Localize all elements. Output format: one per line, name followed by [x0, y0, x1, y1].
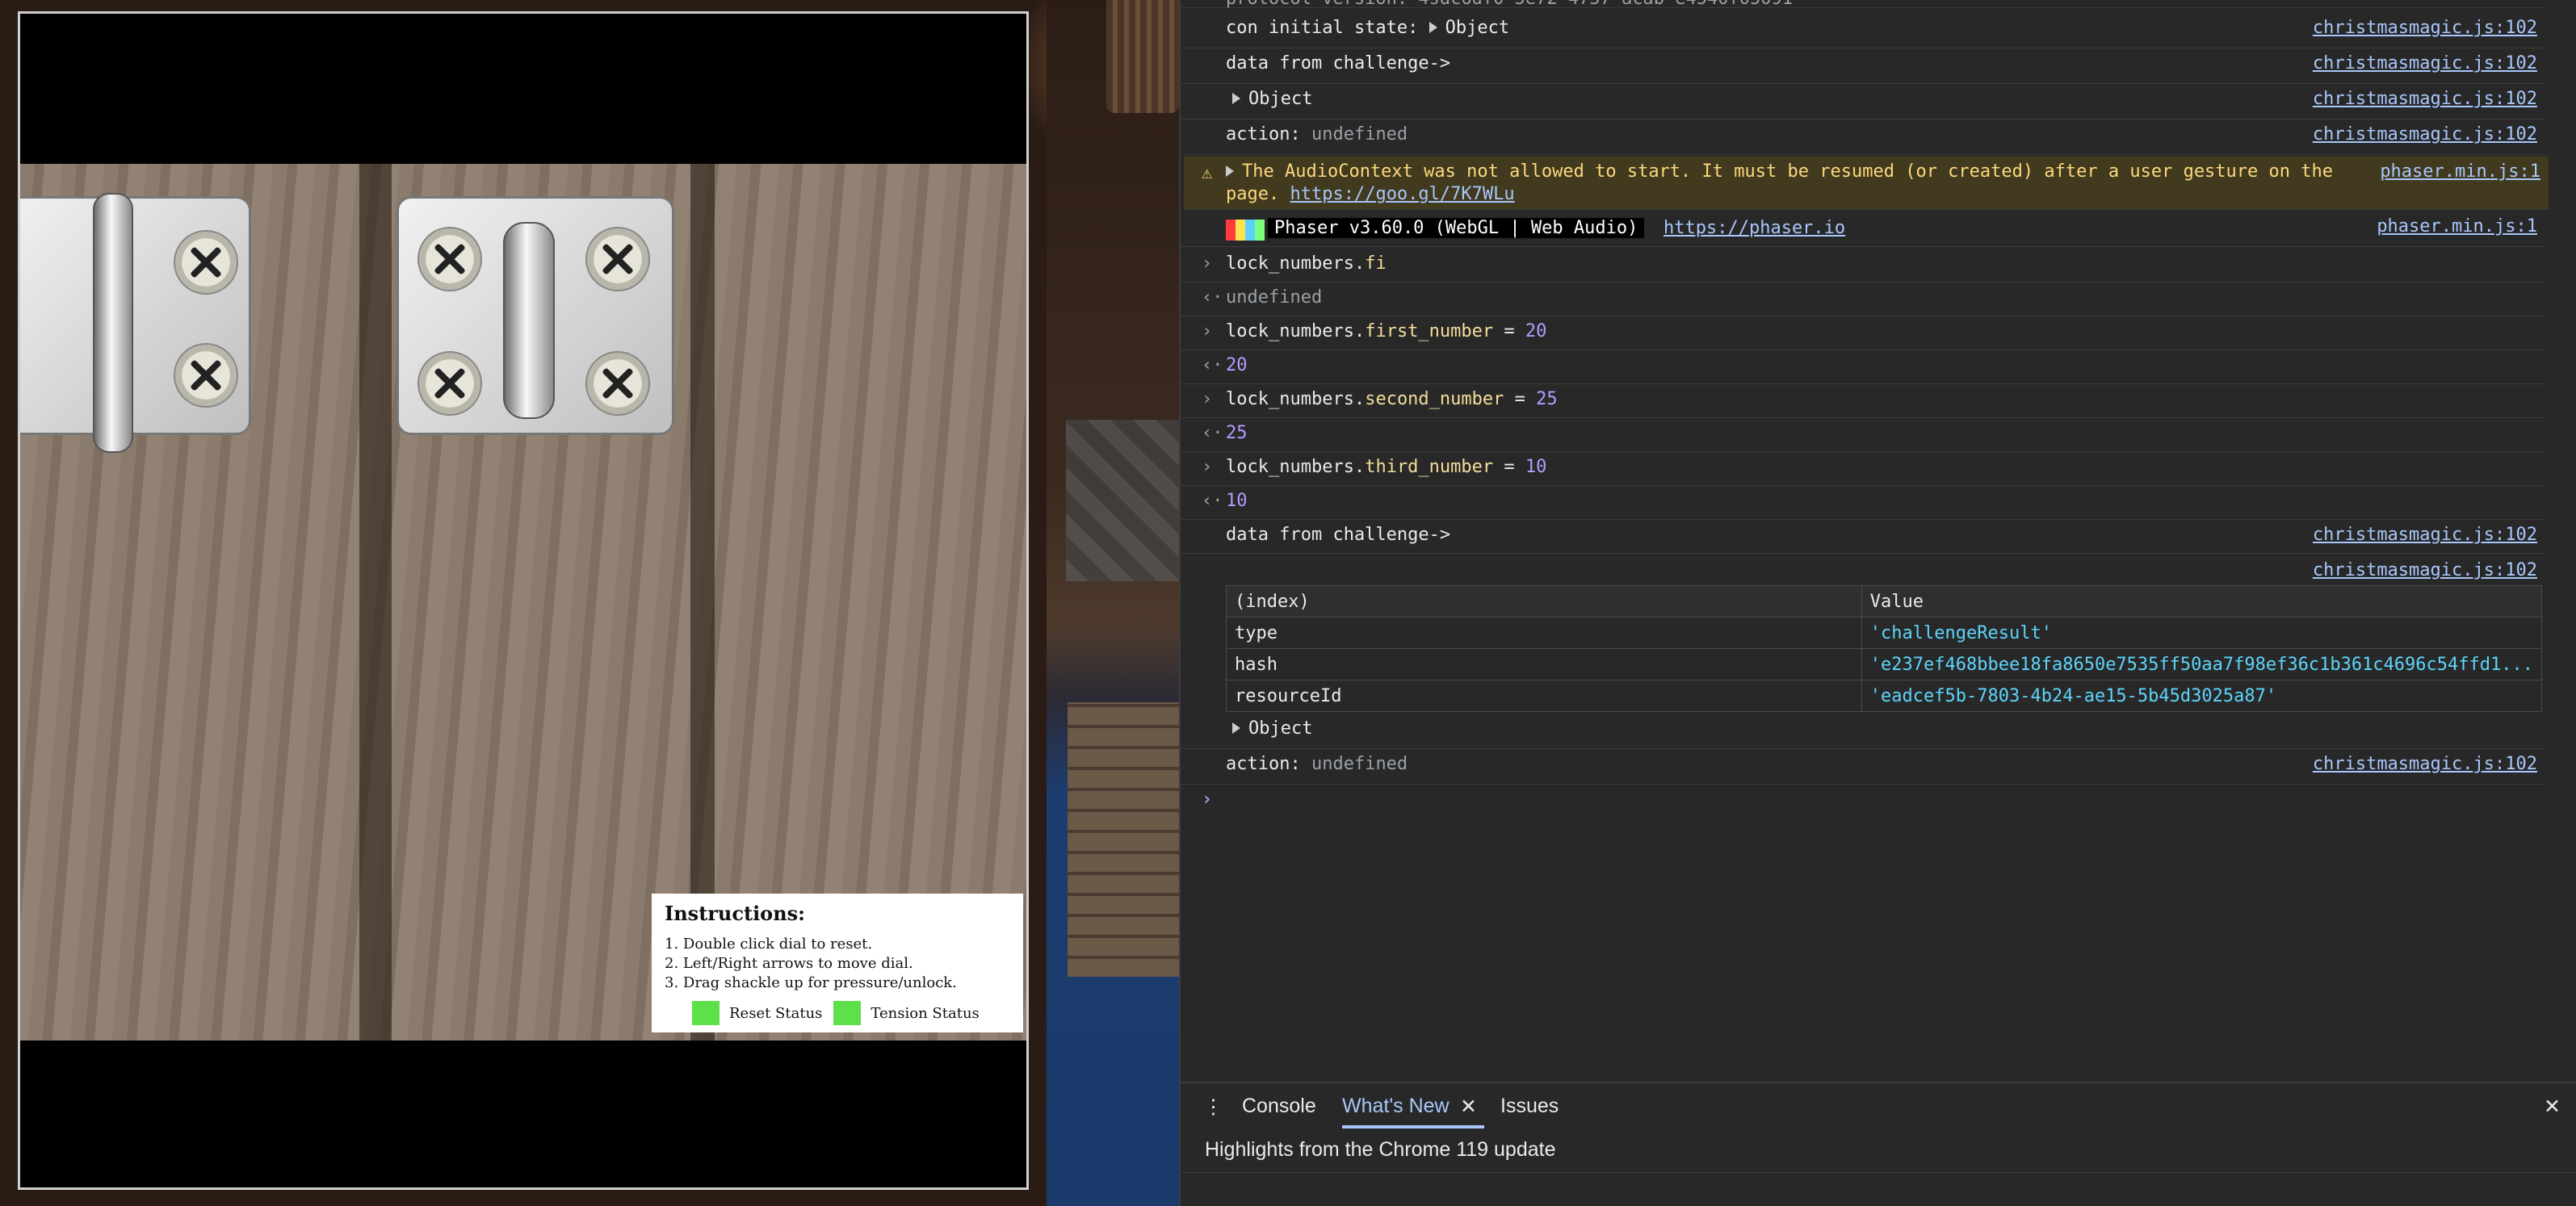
return-arrow-icon: ‹· [1202, 423, 1223, 443]
instruction-step: 2. Left/Right arrows to move dial. [665, 955, 913, 972]
game-scene-strip [1047, 0, 1179, 1206]
console-row: con initial state: Object christmasmagic… [1181, 13, 2545, 48]
table-header[interactable]: (index) [1226, 585, 1862, 618]
reset-status-indicator [692, 1001, 720, 1025]
source-link[interactable]: christmasmagic.js:102 [2313, 124, 2537, 144]
drawer-tab-bar: ⋮ Console What's New ✕ Issues ✕ [1181, 1082, 2576, 1129]
drawer-menu-icon[interactable]: ⋮ [1203, 1095, 1223, 1119]
status-row: Reset Status Tension Status [692, 1001, 1010, 1025]
screw-icon [417, 227, 482, 291]
source-link[interactable]: phaser.min.js:1 [2380, 161, 2540, 182]
source-link[interactable]: phaser.min.js:1 [2377, 216, 2537, 237]
close-tab-icon[interactable]: ✕ [1460, 1095, 1477, 1119]
table-cell: type [1226, 617, 1862, 649]
expand-triangle-icon[interactable] [1232, 722, 1240, 734]
screw-icon [585, 227, 650, 291]
phaser-banner: Phaser v3.60.0 (WebGL | Web Audio) https… [1181, 211, 2545, 247]
lock-game-canvas[interactable]: Instructions: 1. Double click dial to re… [18, 11, 1029, 1190]
table-cell: resourceId [1226, 680, 1862, 712]
prompt-chevron-icon: › [1202, 789, 1213, 810]
source-link[interactable]: christmasmagic.js:102 [2313, 560, 2537, 580]
table-row: hash 'e237ef468bbee18fa8650e7535ff50aa7f… [1226, 648, 2543, 680]
console-warning: ⚠ The AudioContext was not allowed to st… [1184, 157, 2549, 210]
devtools-panel: protocol version: 4sdc6df0 5e72-4757-aca… [1179, 0, 2576, 1206]
table-cell: 'e237ef468bbee18fa8650e7535ff50aa7f98ef3… [1861, 648, 2543, 680]
table-cell: 'eadcef5b-7803-4b24-ae15-5b45d3025a87' [1861, 680, 2543, 712]
console-row: christmasmagic.js:102 [1181, 555, 2545, 584]
return-arrow-icon: ‹· [1202, 287, 1223, 308]
return-arrow-icon: ‹· [1202, 355, 1223, 375]
reset-status: Reset Status [692, 1001, 822, 1025]
screw-icon [174, 230, 238, 295]
return-arrow-icon: ‹· [1202, 491, 1223, 511]
source-link[interactable]: christmasmagic.js:102 [2313, 754, 2537, 774]
chevron-right-icon: › [1202, 321, 1213, 341]
console-row: Object christmasmagic.js:102 [1181, 84, 2545, 119]
source-link[interactable]: christmasmagic.js:102 [2313, 89, 2537, 109]
table-header[interactable]: Value [1861, 585, 2543, 618]
instructions-title: Instructions: [665, 902, 806, 925]
screw-icon [417, 351, 482, 416]
console-command: › lock_numbers.first_number = 20 [1181, 316, 2545, 350]
source-link[interactable]: christmasmagic.js:102 [2313, 525, 2537, 545]
phaser-color-bar [1236, 220, 1245, 241]
console-result: ‹· undefined [1181, 283, 2545, 316]
console-command: › lock_numbers.fi [1181, 249, 2545, 283]
console-result: ‹· 25 [1181, 418, 2545, 452]
warning-link[interactable]: https://goo.gl/7K7WLu [1290, 184, 1514, 204]
phaser-color-bar [1255, 220, 1265, 241]
table-header-row: (index) Value [1226, 585, 2543, 618]
console-table: (index) Value type 'challengeResult' has… [1226, 585, 2543, 712]
scene-floor [1068, 702, 1179, 977]
scene-tiles [1066, 420, 1179, 581]
whats-new-headline[interactable]: Highlights from the Chrome 119 update [1205, 1138, 1556, 1162]
instruction-step: 3. Drag shackle up for pressure/unlock. [665, 974, 957, 991]
console-row: data from challenge-> christmasmagic.js:… [1181, 48, 2545, 84]
expand-triangle-icon[interactable] [1226, 165, 1234, 177]
screw-icon [174, 343, 238, 408]
source-link[interactable]: christmasmagic.js:102 [2313, 18, 2537, 38]
warning-icon: ⚠ [1202, 163, 1213, 183]
console-row: action: undefined christmasmagic.js:102 [1181, 749, 2545, 785]
console-row: data from challenge-> christmasmagic.js:… [1181, 520, 2545, 554]
console-command: › lock_numbers.third_number = 10 [1181, 452, 2545, 486]
screw-icon [585, 351, 650, 416]
tab-console[interactable]: Console [1242, 1095, 1316, 1118]
instructions-panel: Instructions: 1. Double click dial to re… [652, 894, 1023, 1032]
hasp-staple[interactable] [503, 222, 555, 419]
hinge-pin [93, 193, 133, 453]
phaser-link[interactable]: https://phaser.io [1663, 218, 1845, 238]
console-prompt[interactable]: › [1181, 785, 2545, 820]
chevron-right-icon: › [1202, 389, 1213, 409]
tension-status-indicator [833, 1001, 862, 1025]
tab-issues[interactable]: Issues [1500, 1095, 1559, 1118]
phaser-color-bar [1245, 220, 1255, 241]
phaser-color-bar [1226, 220, 1236, 241]
expand-triangle-icon[interactable] [1429, 22, 1437, 33]
console-result: ‹· 20 [1181, 350, 2545, 384]
chevron-right-icon: › [1202, 457, 1213, 477]
table-cell: 'challengeResult' [1861, 617, 2543, 649]
tension-status: Tension Status [833, 1001, 980, 1025]
scene-house-detail [1106, 0, 1179, 113]
chevron-right-icon: › [1202, 253, 1213, 274]
console-command: › lock_numbers.second_number = 25 [1181, 384, 2545, 418]
source-link[interactable]: christmasmagic.js:102 [2313, 53, 2537, 73]
console-row: Object [1181, 714, 2545, 749]
drawer-content: Highlights from the Chrome 119 update [1181, 1127, 2576, 1173]
tab-whats-new[interactable]: What's New [1342, 1095, 1450, 1118]
table-row: type 'challengeResult' [1226, 617, 2543, 649]
expand-triangle-icon[interactable] [1232, 93, 1240, 104]
table-row: resourceId 'eadcef5b-7803-4b24-ae15-5b45… [1226, 680, 2543, 712]
console-row: protocol version: 4sdc6df0 5e72-4757-aca… [1181, 0, 2545, 9]
table-cell: hash [1226, 648, 1862, 680]
console-row: action: undefined christmasmagic.js:102 [1181, 119, 2545, 155]
instruction-step: 1. Double click dial to reset. [665, 936, 873, 953]
close-drawer-icon[interactable]: ✕ [2544, 1095, 2561, 1119]
phaser-version: Phaser v3.60.0 (WebGL | Web Audio) [1268, 218, 1645, 238]
console-result: ‹· 10 [1181, 486, 2545, 520]
